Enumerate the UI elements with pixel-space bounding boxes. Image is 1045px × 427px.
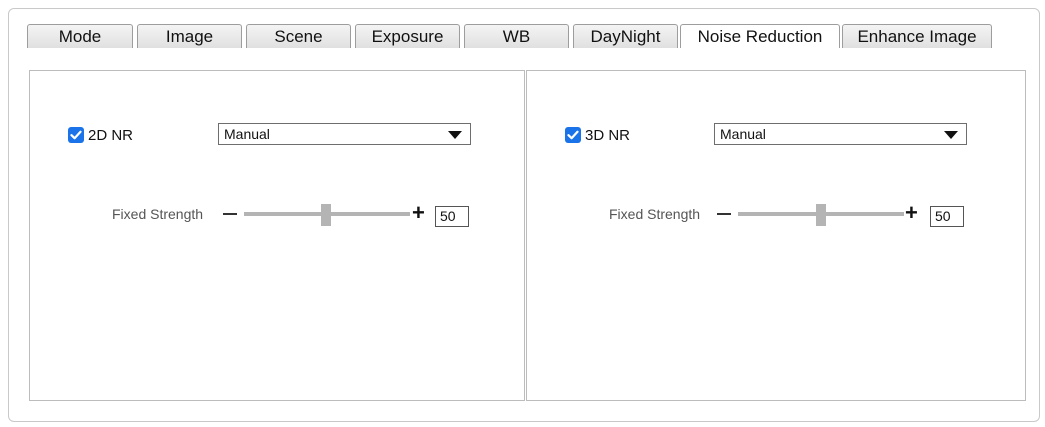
minus-icon[interactable] — [223, 213, 237, 215]
tab-daynight[interactable]: DayNight — [573, 24, 678, 48]
tab-noise-reduction[interactable]: Noise Reduction — [680, 24, 840, 48]
nr2d-label: 2D NR — [88, 127, 134, 144]
tab-image[interactable]: Image — [137, 24, 242, 48]
nr3d-strength-input[interactable]: 50 — [930, 206, 964, 227]
nr2d-panel: 2D NR Manual Fixed Strength + 50 — [29, 70, 525, 401]
chevron-down-icon — [944, 131, 958, 139]
nr2d-checkbox[interactable] — [68, 127, 84, 143]
minus-icon[interactable] — [717, 213, 731, 215]
tab-mode[interactable]: Mode — [27, 24, 133, 48]
tab-exposure[interactable]: Exposure — [355, 24, 460, 48]
nr2d-slider-thumb[interactable] — [321, 204, 331, 226]
nr3d-label: 3D NR — [585, 127, 631, 144]
nr2d-mode-value: Manual — [224, 126, 270, 142]
check-icon — [567, 130, 579, 140]
plus-icon[interactable]: + — [905, 199, 918, 227]
nr3d-panel: 3D NR Manual Fixed Strength + 50 — [526, 70, 1026, 401]
tab-wb[interactable]: WB — [464, 24, 569, 48]
plus-icon[interactable]: + — [412, 199, 425, 227]
tab-scene[interactable]: Scene — [246, 24, 351, 48]
chevron-down-icon — [448, 131, 462, 139]
tab-enhance-image[interactable]: Enhance Image — [842, 24, 992, 48]
nr2d-strength-input[interactable]: 50 — [435, 206, 469, 227]
nr3d-strength-label: Fixed Strength — [609, 206, 701, 222]
nr2d-strength-label: Fixed Strength — [112, 206, 204, 222]
check-icon — [70, 130, 82, 140]
nr3d-mode-select[interactable]: Manual — [714, 123, 967, 145]
nr2d-mode-select[interactable]: Manual — [218, 123, 471, 145]
nr3d-checkbox[interactable] — [565, 127, 581, 143]
nr3d-mode-value: Manual — [720, 126, 766, 142]
nr3d-slider-thumb[interactable] — [816, 204, 826, 226]
